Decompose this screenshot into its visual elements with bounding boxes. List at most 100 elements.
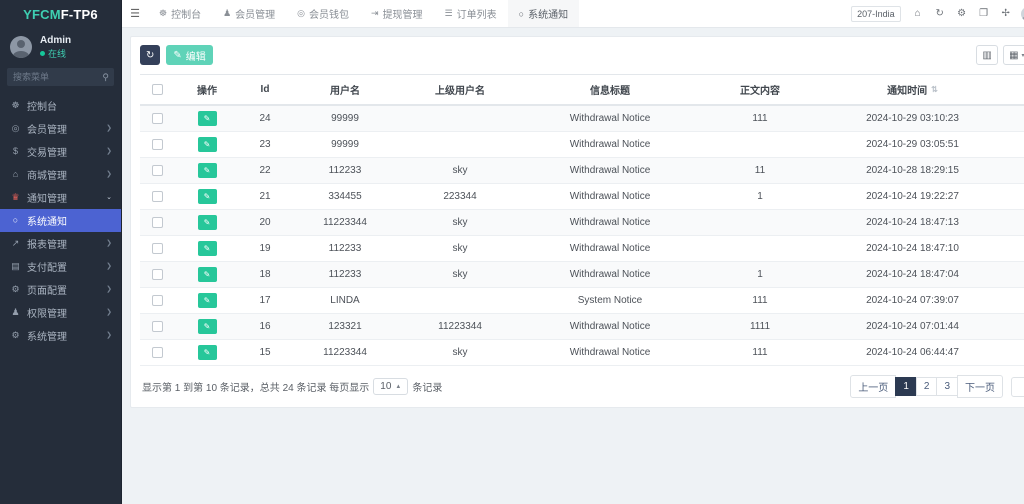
table-row[interactable]: ✎1612332111223344Withdrawal Notice111120… <box>140 314 1024 340</box>
trash-icon[interactable]: ⚙ <box>951 0 973 28</box>
cell-check[interactable] <box>140 184 174 210</box>
sort-icon[interactable]: ⇅ <box>931 85 938 94</box>
sidebar-user-profile[interactable]: Admin 在线 <box>0 28 121 68</box>
cell-action[interactable]: ✎ <box>174 184 240 210</box>
table-row[interactable]: ✎19112233skyWithdrawal Notice2024-10-24 … <box>140 236 1024 262</box>
page-jump-input[interactable] <box>1011 377 1024 397</box>
table-view-button[interactable]: ▦▾ <box>1003 45 1024 65</box>
row-edit-button[interactable]: ✎ <box>198 293 217 308</box>
tab-3[interactable]: ⇥提现管理 <box>360 0 434 27</box>
cell-action[interactable]: ✎ <box>174 314 240 340</box>
page-size-select[interactable]: 10 ▲ <box>373 378 408 395</box>
sidebar-item-7[interactable]: ▤支付配置❯ <box>0 255 121 278</box>
row-edit-button[interactable]: ✎ <box>198 345 217 360</box>
cell-check[interactable] <box>140 262 174 288</box>
page-button-3[interactable]: 3 <box>936 377 958 396</box>
sidebar-search-box[interactable]: ⚲ <box>7 68 114 86</box>
table-row[interactable]: ✎17LINDASystem Notice1112024-10-24 07:39… <box>140 288 1024 314</box>
cell-check[interactable] <box>140 210 174 236</box>
cell-body: 11 <box>700 158 820 184</box>
cell-action[interactable]: ✎ <box>174 262 240 288</box>
select-all-checkbox[interactable] <box>152 84 163 95</box>
row-edit-button[interactable]: ✎ <box>198 163 217 178</box>
table-row[interactable]: ✎18112233skyWithdrawal Notice12024-10-24… <box>140 262 1024 288</box>
row-checkbox[interactable] <box>152 269 163 280</box>
copy-icon[interactable]: ❐ <box>973 0 995 28</box>
tab-2[interactable]: ◎会员钱包 <box>286 0 360 27</box>
cell-parent: 11223344 <box>400 314 520 340</box>
topbar-user-chip[interactable]: Admin <box>1017 7 1024 21</box>
cell-check[interactable] <box>140 105 174 132</box>
refresh-icon[interactable]: ↻ <box>929 0 951 28</box>
cell-check[interactable] <box>140 340 174 366</box>
sidebar-item-9[interactable]: ♟权限管理❯ <box>0 301 121 324</box>
tab-4[interactable]: ☰订单列表 <box>434 0 508 27</box>
app-logo[interactable]: YFCMF-TP6 <box>0 0 121 28</box>
sidebar-item-5[interactable]: ○系统通知 <box>0 209 121 232</box>
fullscreen-icon[interactable]: ✢ <box>995 0 1017 28</box>
table-row[interactable]: ✎1511223344skyWithdrawal Notice1112024-1… <box>140 340 1024 366</box>
row-checkbox[interactable] <box>152 217 163 228</box>
table-row[interactable]: ✎2499999Withdrawal Notice1112024-10-29 0… <box>140 105 1024 132</box>
edit-button[interactable]: ✎ 编辑 <box>166 45 212 65</box>
row-checkbox[interactable] <box>152 139 163 150</box>
page-button-1[interactable]: 1 <box>895 377 917 396</box>
cell-action[interactable]: ✎ <box>174 236 240 262</box>
cell-action[interactable]: ✎ <box>174 132 240 158</box>
sidebar-item-10[interactable]: ⚙系统管理❯ <box>0 324 121 347</box>
row-checkbox[interactable] <box>152 243 163 254</box>
row-checkbox[interactable] <box>152 113 163 124</box>
table-row[interactable]: ✎2011223344skyWithdrawal Notice2024-10-2… <box>140 210 1024 236</box>
row-edit-button[interactable]: ✎ <box>198 267 217 282</box>
row-edit-button[interactable]: ✎ <box>198 189 217 204</box>
row-checkbox[interactable] <box>152 347 163 358</box>
page-button-2[interactable]: 2 <box>916 377 938 396</box>
row-edit-button[interactable]: ✎ <box>198 111 217 126</box>
cell-check[interactable] <box>140 288 174 314</box>
tab-0[interactable]: ☸控制台 <box>148 0 212 27</box>
row-checkbox[interactable] <box>152 321 163 332</box>
sidebar-item-1[interactable]: ◎会员管理❯ <box>0 117 121 140</box>
cell-action[interactable]: ✎ <box>174 288 240 314</box>
next-page-button[interactable]: 下一页 <box>957 375 1003 398</box>
sidebar-item-6[interactable]: ↗报表管理❯ <box>0 232 121 255</box>
sidebar-item-0[interactable]: ☸控制台 <box>0 94 121 117</box>
pencil-icon: ✎ <box>204 218 211 227</box>
row-checkbox[interactable] <box>152 295 163 306</box>
notice-list-card: ↻ ✎ 编辑 ▥▦▾⤓▾⚲ 操作Id用户名上 <box>130 36 1024 408</box>
server-badge[interactable]: 207-India <box>851 6 901 22</box>
sidebar-item-2[interactable]: $交易管理❯ <box>0 140 121 163</box>
table-row[interactable]: ✎22112233skyWithdrawal Notice112024-10-2… <box>140 158 1024 184</box>
sidebar-item-label: 报表管理 <box>27 236 100 251</box>
column-toggle-button[interactable]: ▥ <box>976 45 998 65</box>
tab-1[interactable]: ♟会员管理 <box>212 0 286 27</box>
cell-time: 2024-10-24 19:22:27 <box>820 184 1005 210</box>
table-row[interactable]: ✎21334455223344Withdrawal Notice12024-10… <box>140 184 1024 210</box>
prev-page-button[interactable]: 上一页 <box>850 375 896 398</box>
row-edit-button[interactable]: ✎ <box>198 241 217 256</box>
cell-action[interactable]: ✎ <box>174 340 240 366</box>
sidebar-item-8[interactable]: ⚙页面配置❯ <box>0 278 121 301</box>
tab-5[interactable]: ○系统通知 <box>508 0 579 27</box>
row-edit-button[interactable]: ✎ <box>198 215 217 230</box>
row-edit-button[interactable]: ✎ <box>198 319 217 334</box>
refresh-button[interactable]: ↻ <box>140 45 160 65</box>
cell-check[interactable] <box>140 236 174 262</box>
cell-action[interactable]: ✎ <box>174 210 240 236</box>
search-input[interactable] <box>7 68 114 86</box>
row-checkbox[interactable] <box>152 191 163 202</box>
table-row[interactable]: ✎2399999Withdrawal Notice2024-10-29 03:0… <box>140 132 1024 158</box>
home-icon[interactable]: ⌂ <box>907 0 929 28</box>
hamburger-icon[interactable]: ☰ <box>122 0 148 27</box>
sidebar-item-4[interactable]: ♛通知管理⌄ <box>0 186 121 209</box>
cell-action[interactable]: ✎ <box>174 158 240 184</box>
cell-check[interactable] <box>140 314 174 340</box>
cell-check[interactable] <box>140 158 174 184</box>
cell-action[interactable]: ✎ <box>174 105 240 132</box>
cell-check[interactable] <box>140 132 174 158</box>
row-edit-button[interactable]: ✎ <box>198 137 217 152</box>
column-header-time[interactable]: 通知时间⇅ <box>820 75 1005 106</box>
row-checkbox[interactable] <box>152 165 163 176</box>
column-header-check[interactable] <box>140 75 174 106</box>
sidebar-item-3[interactable]: ⌂商城管理❯ <box>0 163 121 186</box>
